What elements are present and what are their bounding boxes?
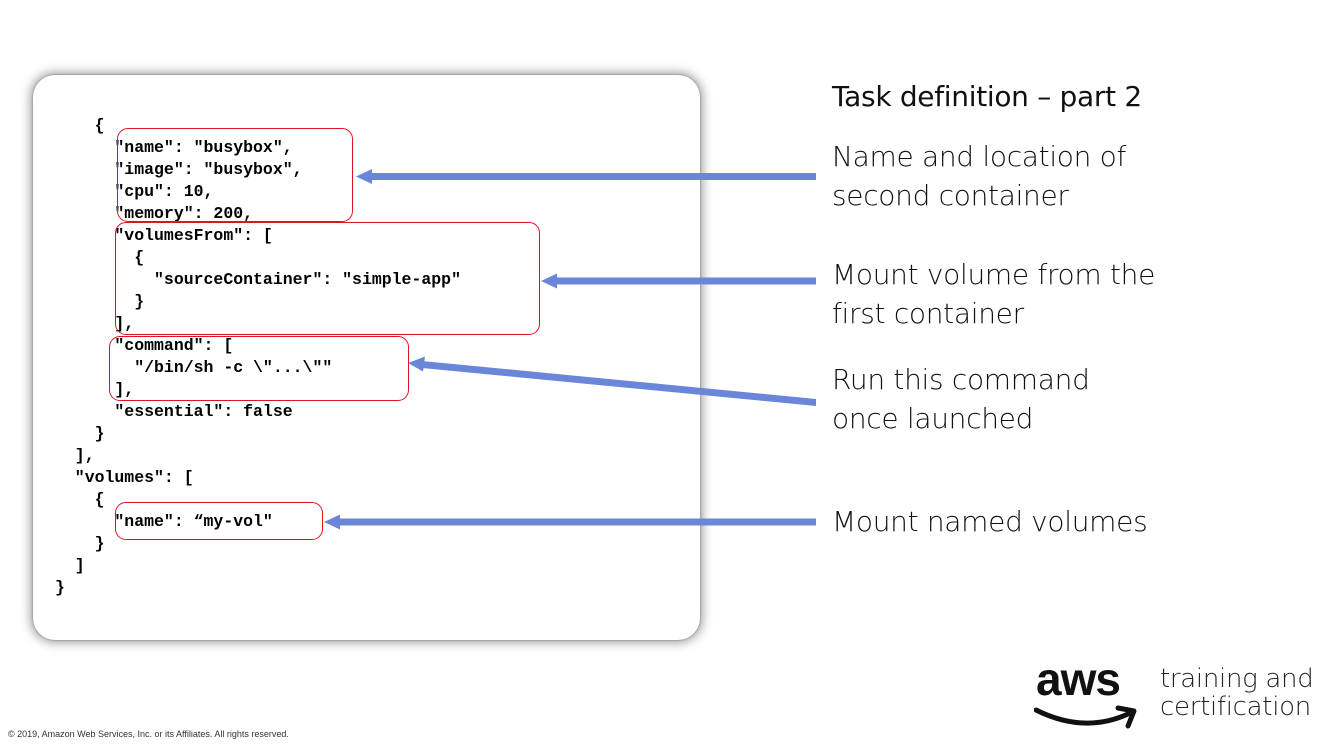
note-line: Mount volume from the <box>832 258 1156 291</box>
arrow-head <box>408 356 425 372</box>
note-named-volumes: Mount named volumes <box>832 502 1148 541</box>
arrow-shaft <box>555 277 816 285</box>
arrow-shaft <box>338 518 816 526</box>
arrow-head <box>356 169 372 184</box>
aws-smile-icon <box>1034 705 1137 729</box>
note-line: first container <box>832 297 1024 330</box>
arrow-head <box>324 514 340 530</box>
note-line: second container <box>832 179 1069 212</box>
note-line: once launched <box>832 402 1034 435</box>
arrow-head <box>541 273 557 289</box>
brand-line-1: training and <box>1160 664 1314 694</box>
aws-logo-text: aws <box>1036 653 1121 705</box>
arrow-shaft <box>370 173 816 180</box>
note-line: Mount named volumes <box>832 505 1148 538</box>
aws-logo: aws <box>1032 653 1144 732</box>
arrow-shaft <box>422 361 816 406</box>
copyright-footer: © 2019, Amazon Web Services, Inc. or its… <box>8 729 289 739</box>
note-line: Run this command <box>832 363 1090 396</box>
slide-title: Task definition – part 2 <box>832 80 1142 113</box>
note-run-command: Run this command once launched <box>832 360 1090 438</box>
note-line: Name and location of <box>832 140 1127 173</box>
note-mount-volume: Mount volume from the first container <box>832 255 1155 333</box>
note-name-location: Name and location of second container <box>832 137 1126 215</box>
brand-line-2: certification <box>1160 692 1311 722</box>
